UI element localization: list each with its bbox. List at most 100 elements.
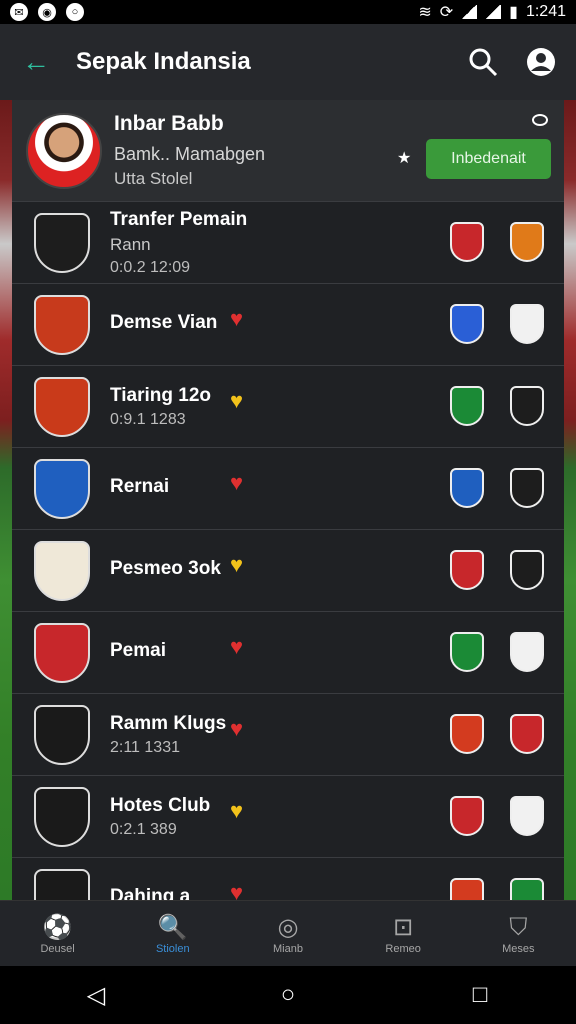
search-icon[interactable]	[468, 47, 498, 77]
team-badge-icon	[510, 222, 544, 262]
bottom-nav: ⚽ Deusel 🔍 Stiolen ◎ Mianb ⊡ Remeo ⛉ Mes…	[0, 900, 576, 966]
system-nav-bar: ◁ ○ □	[0, 966, 576, 1024]
news-list[interactable]: Inbar Babb Bamk.. Mamabgen Utta Stolel ★…	[12, 100, 564, 900]
list-item[interactable]: Pesmeo 3ok ♥	[12, 530, 564, 612]
nav-label: Remeo	[385, 942, 421, 955]
wifi-icon: ≋	[418, 4, 432, 21]
list-item-meta: 0:0.2 12:09	[110, 258, 191, 276]
team-badge-icon	[450, 386, 484, 426]
page-title: Sepak Indansia	[76, 48, 251, 75]
follow-button[interactable]: Inbedenait	[426, 139, 551, 179]
nav-item-stiolen[interactable]: 🔍 Stiolen	[123, 913, 223, 955]
club-crest	[34, 704, 90, 765]
heart-icon[interactable]: ♥	[230, 470, 243, 496]
list-item-title: Demse Vian	[110, 311, 218, 333]
nav-label: Mianb	[272, 942, 303, 955]
heart-icon[interactable]: ♥	[230, 306, 243, 332]
heart-icon[interactable]: ♥	[230, 716, 243, 742]
team-badge-icon	[510, 550, 544, 590]
list-item[interactable]: Rernai ♥	[12, 448, 564, 530]
team-badge-icon	[510, 468, 544, 508]
club-crest	[34, 212, 90, 273]
soccer-icon: ⚽	[42, 914, 73, 941]
list-item[interactable]: Demse Vian ♥	[12, 284, 564, 366]
list-item-title: Hotes Club	[110, 794, 211, 816]
list-item-meta: 0:2.1 389	[110, 820, 177, 838]
list-item[interactable]: Dahing a ♥	[12, 858, 564, 900]
trophy-icon: ⛉	[509, 913, 528, 941]
nav-label: Stiolen	[155, 942, 190, 955]
account-circle-icon[interactable]	[526, 47, 556, 77]
sync-icon: ⟳	[439, 4, 454, 21]
nav-item-meses[interactable]: ⛉ Meses	[468, 913, 568, 955]
status-right-icons: ≋ ⟳ ▮ 1:241	[418, 2, 566, 22]
status-time: 1:241	[525, 3, 566, 20]
camera-icon: ◉	[38, 3, 56, 21]
nav-label: Deusel	[40, 942, 75, 955]
signal-icon	[461, 5, 478, 19]
team-badge-icon	[450, 796, 484, 836]
team-badge-icon	[510, 796, 544, 836]
app-bar: ← Sepak Indansia	[0, 24, 576, 100]
back-triangle-icon[interactable]: ◁	[81, 980, 111, 1010]
status-left-icons: ✉ ◉ ○	[10, 3, 84, 21]
list-item[interactable]: Tranfer Pemain Rann 0:0.2 12:09	[12, 202, 564, 284]
signal-icon-2	[485, 5, 502, 19]
star-icon[interactable]: ★	[397, 148, 411, 168]
heart-icon[interactable]: ♥	[230, 880, 243, 900]
club-crest	[34, 458, 90, 519]
nav-item-remeo[interactable]: ⊡ Remeo	[353, 913, 453, 955]
recents-square-icon[interactable]: □	[465, 980, 495, 1010]
featured-subtitle-2: Utta Stolel	[114, 169, 193, 188]
team-badge-icon	[450, 304, 484, 344]
team-badge-icon	[450, 632, 484, 672]
club-crest	[34, 376, 90, 437]
list-item-title: Ramm Klugs	[110, 712, 227, 734]
team-badge-icon	[450, 878, 484, 900]
list-item-text: Dahing a	[110, 886, 250, 901]
list-item-text: Demse Vian	[110, 312, 250, 338]
club-crest	[34, 294, 90, 355]
stadium-icon: ⊡	[393, 914, 414, 941]
team-badge-icon	[510, 632, 544, 672]
nav-label: Meses	[502, 942, 535, 955]
club-crest	[34, 786, 90, 847]
list-item-title: Pemai	[110, 639, 166, 661]
list-item-title: Tranfer Pemain	[110, 208, 248, 230]
list-item-title: Pesmeo 3ok	[110, 557, 221, 579]
list-item[interactable]: Tiaring 12o 0:9.1 1283 ♥	[12, 366, 564, 448]
list-item[interactable]: Pemai ♥	[12, 612, 564, 694]
list-item[interactable]: Hotes Club 0:2.1 389 ♥	[12, 776, 564, 858]
nav-item-mianb[interactable]: ◎ Mianb	[238, 913, 338, 955]
club-crest	[34, 622, 90, 683]
home-circle-icon[interactable]: ○	[273, 980, 303, 1010]
arrow-left-icon[interactable]: ←	[20, 46, 52, 78]
team-badge-icon	[450, 222, 484, 262]
featured-text: Inbar Babb Bamk.. Mamabgen Utta Stolel	[114, 112, 265, 189]
team-badge-icon	[510, 878, 544, 900]
avatar	[26, 112, 102, 189]
nav-item-deusel[interactable]: ⚽ Deusel	[8, 913, 108, 955]
team-badge-icon	[510, 714, 544, 754]
list-item-title: Dahing a	[110, 885, 191, 901]
heart-icon[interactable]: ♥	[230, 552, 243, 578]
list-item-text: Pesmeo 3ok	[110, 558, 250, 584]
list-item[interactable]: Ramm Klugs 2:11 1331 ♥	[12, 694, 564, 776]
status-bar: ✉ ◉ ○ ≋ ⟳ ▮ 1:241	[0, 0, 576, 24]
team-badge-icon	[510, 386, 544, 426]
heart-icon[interactable]: ♥	[230, 388, 243, 414]
featured-name: Inbar Babb	[114, 112, 224, 135]
featured-card[interactable]: Inbar Babb Bamk.. Mamabgen Utta Stolel ★…	[12, 100, 564, 202]
list-item-subtitle: Rann	[110, 234, 151, 254]
list-item-title: Tiaring 12o	[110, 384, 212, 406]
list-item-text: Tiaring 12o 0:9.1 1283	[110, 385, 250, 429]
heart-icon[interactable]: ♥	[230, 798, 243, 824]
battery-icon: ▮	[509, 4, 518, 21]
team-badge-icon	[450, 468, 484, 508]
featured-subtitle: Bamk.. Mamabgen	[114, 144, 266, 164]
team-badge-icon	[450, 550, 484, 590]
search-icon: 🔍	[157, 914, 188, 941]
team-badge-icon	[450, 714, 484, 754]
more-icon[interactable]	[532, 114, 548, 126]
heart-icon[interactable]: ♥	[230, 634, 243, 660]
